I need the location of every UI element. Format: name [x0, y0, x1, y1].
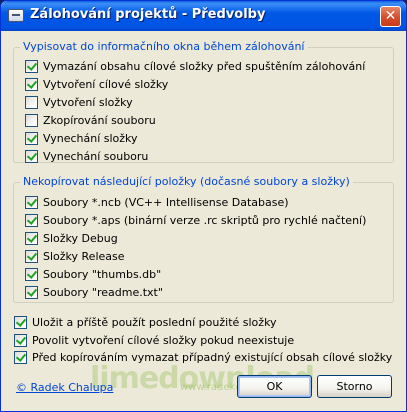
checkbox-log-create-folder[interactable]: Vytvoření složky [25, 94, 133, 110]
checkbox-label: Soubory *.ncb (VC++ Intellisense Databas… [43, 195, 289, 209]
checkbox-log-create-target[interactable]: Vytvoření cílové složky [25, 76, 168, 92]
checkbox-log-skip-folder[interactable]: Vynechání složky [25, 130, 138, 146]
checkbox-box[interactable] [25, 231, 38, 245]
close-button[interactable]: ✕ [380, 6, 401, 27]
checkbox-box[interactable] [25, 267, 38, 281]
checkbox-remember-folders[interactable]: Uložit a příště použít poslední použité … [14, 314, 277, 330]
checkbox-label: Uložit a příště použít poslední použité … [32, 315, 277, 329]
checkbox-box[interactable] [25, 195, 38, 209]
checkbox-box[interactable] [14, 315, 27, 329]
checkbox-label: Soubory *.aps (binární verze .rc skriptů… [43, 213, 367, 227]
checkbox-label: Povolit vytvoření cílové složky pokud ne… [32, 333, 295, 347]
window-title: Zálohování projektů - Předvolby [30, 7, 266, 22]
checkbox-exclude-aps[interactable]: Soubory *.aps (binární verze .rc skriptů… [25, 212, 366, 228]
checkbox-log-copy-file[interactable]: Zkopírování souboru [25, 112, 156, 128]
checkbox-box[interactable] [25, 95, 38, 109]
exclude-items-group: Nekopírovat následující položky (dočasné… [13, 175, 394, 303]
preferences-dialog: Zálohování projektů - Předvolby ✕ Vypiso… [0, 0, 407, 412]
checkbox-box[interactable] [25, 113, 38, 127]
checkbox-exclude-readme[interactable]: Soubory "readme.txt" [25, 284, 163, 300]
checkbox-label: Složky Release [43, 249, 125, 263]
dialog-body: Vypisovat do informačního okna během zál… [4, 31, 403, 408]
exclude-items-legend: Nekopírovat následující položky (dočasné… [20, 175, 353, 188]
checkbox-label: Soubory "readme.txt" [43, 285, 163, 299]
checkbox-exclude-release[interactable]: Složky Release [25, 248, 125, 264]
checkbox-log-clear-target[interactable]: Vymazání obsahu cílové složky před spušt… [25, 58, 365, 74]
checkbox-label: Složky Debug [43, 231, 118, 245]
checkbox-box[interactable] [25, 285, 38, 299]
checkbox-box[interactable] [25, 59, 38, 73]
checkbox-exclude-debug[interactable]: Složky Debug [25, 230, 118, 246]
checkbox-label: Před kopírováním vymazat případný existu… [32, 350, 393, 364]
checkbox-box[interactable] [14, 350, 27, 364]
checkbox-label: Vynechání souboru [43, 149, 149, 163]
checkbox-exclude-thumbs[interactable]: Soubory "thumbs.db" [25, 266, 161, 282]
checkbox-log-skip-file[interactable]: Vynechání souboru [25, 148, 148, 164]
checkbox-label: Vynechání složky [43, 131, 138, 145]
checkbox-label: Vytvoření cílové složky [43, 77, 169, 91]
checkbox-label: Vytvoření složky [43, 95, 133, 109]
title-bar[interactable]: Zálohování projektů - Předvolby ✕ [1, 1, 406, 31]
window-app-icon [8, 9, 24, 22]
checkbox-label: Soubory "thumbs.db" [43, 267, 162, 281]
checkbox-box[interactable] [25, 131, 38, 145]
checkbox-clear-before-copy[interactable]: Před kopírováním vymazat případný existu… [14, 349, 392, 365]
checkbox-box[interactable] [25, 213, 38, 227]
log-options-legend: Vypisovat do informačního okna během zál… [20, 40, 308, 53]
checkbox-label: Vymazání obsahu cílové složky před spušt… [43, 59, 366, 73]
checkbox-box[interactable] [25, 149, 38, 163]
checkbox-box[interactable] [25, 249, 38, 263]
checkbox-allow-create-target[interactable]: Povolit vytvoření cílové složky pokud ne… [14, 332, 294, 348]
log-options-group: Vypisovat do informačního okna během zál… [13, 40, 394, 164]
checkbox-label: Zkopírování souboru [43, 113, 156, 127]
checkbox-box[interactable] [25, 77, 38, 91]
checkbox-exclude-ncb[interactable]: Soubory *.ncb (VC++ Intellisense Databas… [25, 194, 289, 210]
author-link[interactable]: © Radek Chalupa [16, 381, 113, 394]
ok-button[interactable]: OK [237, 375, 312, 398]
close-icon: ✕ [384, 8, 397, 24]
cancel-button[interactable]: Storno [317, 375, 392, 398]
checkbox-box[interactable] [14, 333, 27, 347]
